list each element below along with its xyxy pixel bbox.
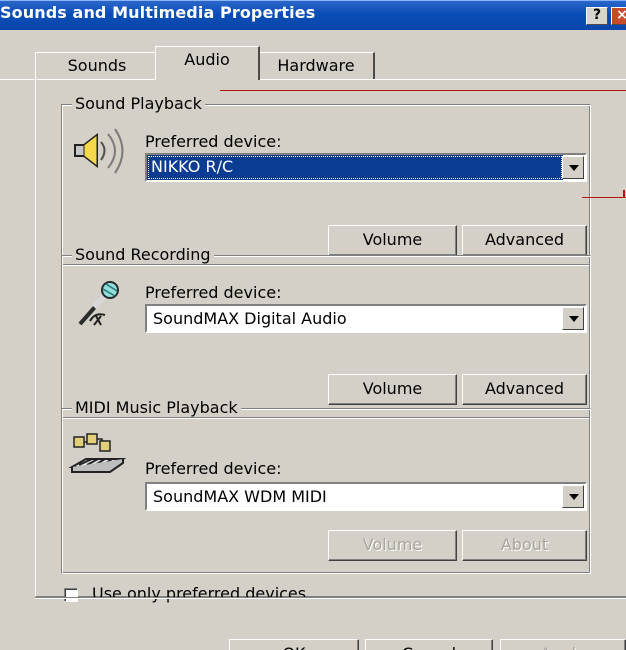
cancel-button[interactable]: Cancel xyxy=(365,639,493,650)
sounds-properties-dialog: Sounds and Multimedia Properties ? × Sou… xyxy=(0,0,626,650)
recording-selected-device[interactable]: SoundMAX Digital Audio xyxy=(149,307,353,329)
playback-advanced-button[interactable]: Advanced xyxy=(462,225,587,256)
sound-recording-title: Sound Recording xyxy=(72,246,214,264)
recording-preferred-label: Preferred device: xyxy=(145,283,282,302)
window-title: Sounds and Multimedia Properties xyxy=(0,3,316,22)
tab-hardware[interactable]: Hardware xyxy=(258,52,375,79)
midi-volume-button[interactable]: Volume xyxy=(328,530,457,561)
midi-dropdown-chevron-down-icon[interactable] xyxy=(562,485,584,508)
close-button[interactable]: × xyxy=(611,7,626,25)
tab-audio[interactable]: Audio xyxy=(155,46,260,80)
recording-dropdown-chevron-down-icon[interactable] xyxy=(562,307,584,330)
playback-select-callout-line xyxy=(582,197,626,198)
preferred-devices-label: Use only preferred devices xyxy=(92,584,307,603)
recording-advanced-button[interactable]: Advanced xyxy=(462,374,587,405)
window-titlebar[interactable]: Sounds and Multimedia Properties ? × xyxy=(0,0,626,30)
midi-preferred-label: Preferred device: xyxy=(145,459,282,478)
playback-volume-button[interactable]: Volume xyxy=(328,225,457,256)
apply-button[interactable]: Apply xyxy=(500,639,626,650)
playback-preferred-label: Preferred device: xyxy=(145,132,282,151)
tab-sounds[interactable]: Sounds xyxy=(35,52,159,79)
preferred-devices-checkbox[interactable] xyxy=(64,588,78,602)
microphone-icon xyxy=(78,281,119,326)
midi-playback-title: MIDI Music Playback xyxy=(72,399,241,417)
ok-button[interactable]: OK xyxy=(229,639,359,650)
recording-device-select[interactable]: SoundMAX Digital Audio xyxy=(145,304,587,333)
playback-selected-device[interactable]: NIKKO R/C xyxy=(147,155,563,180)
midi-keyboard-icon xyxy=(68,433,127,473)
tab-underline xyxy=(0,79,626,80)
midi-device-select[interactable]: SoundMAX WDM MIDI xyxy=(145,482,587,511)
midi-music-playback-group: MIDI Music Playback Preferred device: So… xyxy=(61,399,591,574)
midi-about-button[interactable]: About xyxy=(462,530,587,561)
midi-selected-device[interactable]: SoundMAX WDM MIDI xyxy=(149,485,333,507)
audio-tab-callout-line xyxy=(220,90,626,91)
playback-dropdown-chevron-down-icon[interactable] xyxy=(562,156,584,179)
speaker-icon xyxy=(74,128,124,174)
playback-select-callout-tick xyxy=(623,190,625,198)
help-button[interactable]: ? xyxy=(586,7,608,25)
sound-recording-group: Sound Recording Preferred device: SoundM… xyxy=(61,246,591,419)
dialog-body: Sounds Hardware Audio Sound Playback Pre… xyxy=(0,30,626,650)
sound-playback-group: Sound Playback Preferred device: NIKKO R… xyxy=(61,95,591,266)
recording-volume-button[interactable]: Volume xyxy=(328,374,457,405)
sound-playback-title: Sound Playback xyxy=(72,95,205,113)
tab-panel-bottom-divider xyxy=(35,597,626,599)
playback-device-select[interactable]: NIKKO R/C xyxy=(145,153,587,182)
